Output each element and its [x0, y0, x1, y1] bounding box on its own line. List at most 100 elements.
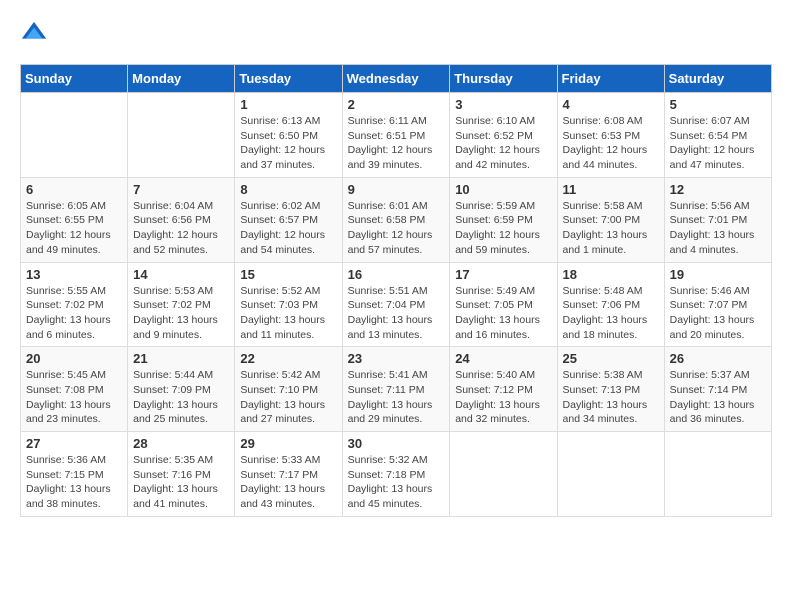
- calendar-table: SundayMondayTuesdayWednesdayThursdayFrid…: [20, 64, 772, 517]
- calendar-cell: 8 Sunrise: 6:02 AM Sunset: 6:57 PM Daylig…: [235, 177, 342, 262]
- day-number: 18: [563, 267, 659, 282]
- day-number: 4: [563, 97, 659, 112]
- weekday-header-sunday: Sunday: [21, 65, 128, 93]
- day-info: Sunrise: 6:02 AM Sunset: 6:57 PM Dayligh…: [240, 199, 336, 258]
- calendar-cell: [128, 93, 235, 178]
- day-info: Sunrise: 5:42 AM Sunset: 7:10 PM Dayligh…: [240, 368, 336, 427]
- day-number: 8: [240, 182, 336, 197]
- day-number: 10: [455, 182, 551, 197]
- day-info: Sunrise: 6:13 AM Sunset: 6:50 PM Dayligh…: [240, 114, 336, 173]
- calendar-cell: 1 Sunrise: 6:13 AM Sunset: 6:50 PM Daylig…: [235, 93, 342, 178]
- day-info: Sunrise: 5:52 AM Sunset: 7:03 PM Dayligh…: [240, 284, 336, 343]
- day-number: 3: [455, 97, 551, 112]
- day-info: Sunrise: 6:01 AM Sunset: 6:58 PM Dayligh…: [348, 199, 445, 258]
- day-info: Sunrise: 5:38 AM Sunset: 7:13 PM Dayligh…: [563, 368, 659, 427]
- calendar-cell: 25 Sunrise: 5:38 AM Sunset: 7:13 PM Dayli…: [557, 347, 664, 432]
- calendar-cell: 18 Sunrise: 5:48 AM Sunset: 7:06 PM Dayli…: [557, 262, 664, 347]
- weekday-header-tuesday: Tuesday: [235, 65, 342, 93]
- day-number: 15: [240, 267, 336, 282]
- weekday-header-monday: Monday: [128, 65, 235, 93]
- day-number: 12: [670, 182, 766, 197]
- calendar-week-5: 27 Sunrise: 5:36 AM Sunset: 7:15 PM Dayli…: [21, 432, 772, 517]
- calendar-cell: 10 Sunrise: 5:59 AM Sunset: 6:59 PM Dayli…: [450, 177, 557, 262]
- day-number: 13: [26, 267, 122, 282]
- calendar-cell: 6 Sunrise: 6:05 AM Sunset: 6:55 PM Daylig…: [21, 177, 128, 262]
- calendar-cell: 3 Sunrise: 6:10 AM Sunset: 6:52 PM Daylig…: [450, 93, 557, 178]
- day-info: Sunrise: 6:07 AM Sunset: 6:54 PM Dayligh…: [670, 114, 766, 173]
- day-number: 16: [348, 267, 445, 282]
- day-number: 20: [26, 351, 122, 366]
- day-number: 19: [670, 267, 766, 282]
- calendar-cell: 9 Sunrise: 6:01 AM Sunset: 6:58 PM Daylig…: [342, 177, 450, 262]
- calendar-cell: [21, 93, 128, 178]
- calendar-cell: 20 Sunrise: 5:45 AM Sunset: 7:08 PM Dayli…: [21, 347, 128, 432]
- calendar-cell: 22Sunrise: 5:42 AM Sunset: 7:10 PM Dayli…: [235, 347, 342, 432]
- day-number: 14: [133, 267, 229, 282]
- day-info: Sunrise: 5:48 AM Sunset: 7:06 PM Dayligh…: [563, 284, 659, 343]
- day-info: Sunrise: 5:36 AM Sunset: 7:15 PM Dayligh…: [26, 453, 122, 512]
- calendar-cell: 7 Sunrise: 6:04 AM Sunset: 6:56 PM Daylig…: [128, 177, 235, 262]
- day-number: 23: [348, 351, 445, 366]
- day-info: Sunrise: 5:40 AM Sunset: 7:12 PM Dayligh…: [455, 368, 551, 427]
- day-info: Sunrise: 6:05 AM Sunset: 6:55 PM Dayligh…: [26, 199, 122, 258]
- day-number: 7: [133, 182, 229, 197]
- day-number: 21: [133, 351, 229, 366]
- day-number: 5: [670, 97, 766, 112]
- calendar-cell: 15 Sunrise: 5:52 AM Sunset: 7:03 PM Dayli…: [235, 262, 342, 347]
- calendar-cell: 29Sunrise: 5:33 AM Sunset: 7:17 PM Dayli…: [235, 432, 342, 517]
- calendar-cell: 16 Sunrise: 5:51 AM Sunset: 7:04 PM Dayli…: [342, 262, 450, 347]
- day-info: Sunrise: 5:32 AM Sunset: 7:18 PM Dayligh…: [348, 453, 445, 512]
- calendar-cell: [664, 432, 771, 517]
- day-info: Sunrise: 6:04 AM Sunset: 6:56 PM Dayligh…: [133, 199, 229, 258]
- day-info: Sunrise: 5:53 AM Sunset: 7:02 PM Dayligh…: [133, 284, 229, 343]
- weekday-header-thursday: Thursday: [450, 65, 557, 93]
- day-info: Sunrise: 6:08 AM Sunset: 6:53 PM Dayligh…: [563, 114, 659, 173]
- day-info: Sunrise: 6:10 AM Sunset: 6:52 PM Dayligh…: [455, 114, 551, 173]
- calendar-header-row: SundayMondayTuesdayWednesdayThursdayFrid…: [21, 65, 772, 93]
- calendar-cell: 27 Sunrise: 5:36 AM Sunset: 7:15 PM Dayli…: [21, 432, 128, 517]
- calendar-cell: [557, 432, 664, 517]
- calendar-cell: 26 Sunrise: 5:37 AM Sunset: 7:14 PM Dayli…: [664, 347, 771, 432]
- day-info: Sunrise: 5:58 AM Sunset: 7:00 PM Dayligh…: [563, 199, 659, 258]
- day-number: 17: [455, 267, 551, 282]
- day-info: Sunrise: 5:56 AM Sunset: 7:01 PM Dayligh…: [670, 199, 766, 258]
- day-info: Sunrise: 5:37 AM Sunset: 7:14 PM Dayligh…: [670, 368, 766, 427]
- day-info: Sunrise: 5:41 AM Sunset: 7:11 PM Dayligh…: [348, 368, 445, 427]
- day-number: 1: [240, 97, 336, 112]
- day-number: 26: [670, 351, 766, 366]
- day-number: 25: [563, 351, 659, 366]
- page-header: [20, 20, 772, 48]
- calendar-cell: 28 Sunrise: 5:35 AM Sunset: 7:16 PM Dayli…: [128, 432, 235, 517]
- day-info: Sunrise: 5:51 AM Sunset: 7:04 PM Dayligh…: [348, 284, 445, 343]
- calendar-cell: 23 Sunrise: 5:41 AM Sunset: 7:11 PM Dayli…: [342, 347, 450, 432]
- day-info: Sunrise: 6:11 AM Sunset: 6:51 PM Dayligh…: [348, 114, 445, 173]
- day-number: 29: [240, 436, 336, 451]
- day-info: Sunrise: 5:59 AM Sunset: 6:59 PM Dayligh…: [455, 199, 551, 258]
- day-info: Sunrise: 5:55 AM Sunset: 7:02 PM Dayligh…: [26, 284, 122, 343]
- calendar-cell: 11 Sunrise: 5:58 AM Sunset: 7:00 PM Dayli…: [557, 177, 664, 262]
- day-number: 30: [348, 436, 445, 451]
- calendar-cell: 5 Sunrise: 6:07 AM Sunset: 6:54 PM Daylig…: [664, 93, 771, 178]
- day-number: 28: [133, 436, 229, 451]
- calendar-cell: 2Sunrise: 6:11 AM Sunset: 6:51 PM Daylig…: [342, 93, 450, 178]
- day-number: 9: [348, 182, 445, 197]
- calendar-cell: 13 Sunrise: 5:55 AM Sunset: 7:02 PM Dayli…: [21, 262, 128, 347]
- day-info: Sunrise: 5:46 AM Sunset: 7:07 PM Dayligh…: [670, 284, 766, 343]
- calendar-cell: 24 Sunrise: 5:40 AM Sunset: 7:12 PM Dayli…: [450, 347, 557, 432]
- calendar-cell: 17Sunrise: 5:49 AM Sunset: 7:05 PM Dayli…: [450, 262, 557, 347]
- calendar-week-2: 6 Sunrise: 6:05 AM Sunset: 6:55 PM Daylig…: [21, 177, 772, 262]
- day-info: Sunrise: 5:45 AM Sunset: 7:08 PM Dayligh…: [26, 368, 122, 427]
- day-number: 27: [26, 436, 122, 451]
- calendar-week-4: 20 Sunrise: 5:45 AM Sunset: 7:08 PM Dayli…: [21, 347, 772, 432]
- calendar-cell: 30 Sunrise: 5:32 AM Sunset: 7:18 PM Dayli…: [342, 432, 450, 517]
- day-number: 11: [563, 182, 659, 197]
- day-number: 6: [26, 182, 122, 197]
- calendar-cell: 19 Sunrise: 5:46 AM Sunset: 7:07 PM Dayli…: [664, 262, 771, 347]
- calendar-cell: 21 Sunrise: 5:44 AM Sunset: 7:09 PM Dayli…: [128, 347, 235, 432]
- day-info: Sunrise: 5:35 AM Sunset: 7:16 PM Dayligh…: [133, 453, 229, 512]
- calendar-week-3: 13 Sunrise: 5:55 AM Sunset: 7:02 PM Dayli…: [21, 262, 772, 347]
- weekday-header-wednesday: Wednesday: [342, 65, 450, 93]
- logo: [20, 20, 52, 48]
- day-info: Sunrise: 5:44 AM Sunset: 7:09 PM Dayligh…: [133, 368, 229, 427]
- day-number: 24: [455, 351, 551, 366]
